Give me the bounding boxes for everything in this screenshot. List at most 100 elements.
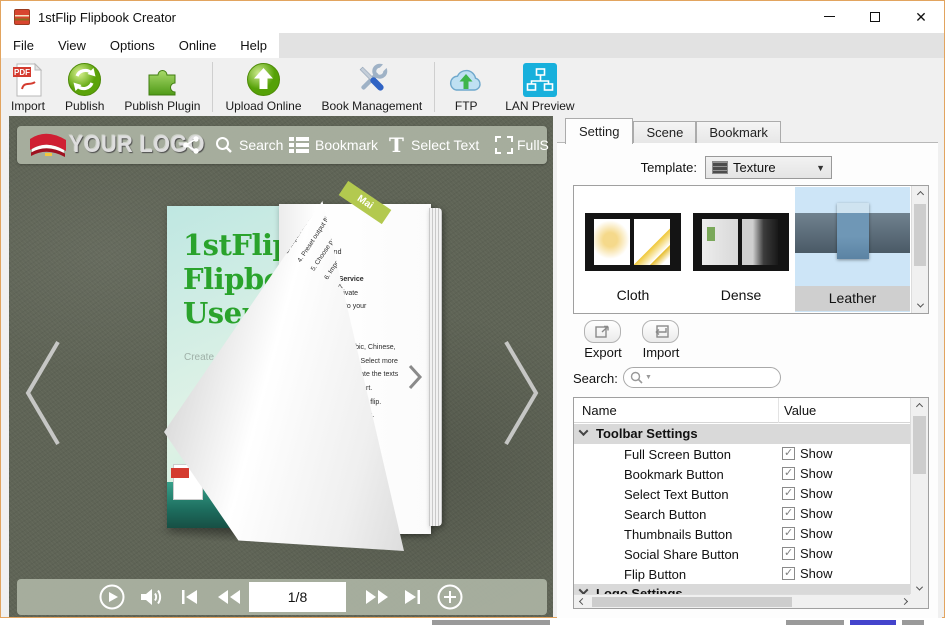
menu-options[interactable]: Options	[98, 33, 167, 58]
publish-button[interactable]: Publish	[55, 58, 114, 116]
setting-pane: Template: Texture ▼ Cloth Dense	[557, 142, 938, 618]
minimize-button[interactable]	[806, 1, 852, 32]
viewer-search-button[interactable]: Search	[239, 137, 283, 153]
toolbar-separator	[434, 62, 435, 112]
maximize-button[interactable]	[852, 1, 898, 32]
last-page-icon[interactable]	[401, 584, 423, 610]
zoom-in-icon[interactable]	[437, 584, 463, 610]
next-page-icon[interactable]	[363, 584, 391, 610]
tab-bookmark[interactable]: Bookmark	[696, 121, 781, 143]
import-button[interactable]: PDF Import	[1, 58, 55, 116]
menu-bar: File View Options Online Help	[1, 33, 944, 58]
show-checkbox[interactable]	[782, 487, 795, 500]
first-page-icon[interactable]	[179, 584, 201, 610]
svg-text:PDF: PDF	[14, 68, 30, 77]
panel-tab-bar: Setting Scene Bookmark	[565, 118, 781, 143]
flipbook-toolbar: YOUR LOGO Search	[17, 126, 547, 164]
settings-table: Name Value Toolbar Settings Full Screen …	[573, 397, 929, 609]
toolbar-separator	[212, 62, 213, 112]
import-settings-button[interactable]	[642, 320, 679, 343]
app-icon	[14, 9, 30, 25]
flipbook-preview: YOUR LOGO Search	[9, 116, 553, 617]
page-indicator[interactable]: 1/8	[249, 582, 346, 612]
select-text-icon[interactable]: T	[389, 133, 404, 157]
bookmark-list-icon[interactable]	[289, 137, 309, 158]
app-window: 1stFlip Flipbook Creator ✕ File View Opt…	[0, 0, 945, 618]
search-icon[interactable]	[215, 136, 233, 159]
background-window-strip	[0, 618, 945, 627]
table-row: Flip Button Show	[574, 564, 911, 584]
viewer-select-text-button[interactable]: Select Text	[411, 137, 479, 153]
viewer-bookmark-button[interactable]: Bookmark	[315, 137, 378, 153]
page-corner-chevron-icon[interactable]	[407, 364, 423, 395]
fullscreen-icon[interactable]	[495, 136, 513, 159]
tab-setting[interactable]: Setting	[565, 118, 633, 144]
close-button[interactable]: ✕	[898, 1, 944, 32]
table-row: Search Button Show	[574, 504, 911, 524]
tab-scene[interactable]: Scene	[633, 121, 696, 143]
play-icon[interactable]	[99, 584, 125, 610]
menu-help[interactable]: Help	[228, 33, 279, 58]
texture-swatch-icon	[712, 161, 728, 174]
lan-network-icon	[523, 61, 557, 98]
upload-online-button[interactable]: Upload Online	[215, 58, 311, 116]
table-row: Social Share Button Show	[574, 544, 911, 564]
show-checkbox[interactable]	[782, 447, 795, 460]
ftp-cloud-icon	[447, 61, 485, 98]
book-management-button[interactable]: Book Management	[312, 58, 433, 116]
show-checkbox[interactable]	[782, 507, 795, 520]
dense-thumbnail	[693, 213, 789, 271]
settings-panel: Setting Scene Bookmark Template: Texture…	[557, 116, 942, 618]
next-page-arrow[interactable]	[501, 338, 543, 453]
export-button[interactable]	[584, 320, 621, 343]
import-label: Import	[631, 345, 691, 360]
table-row: Thumbnails Button Show	[574, 524, 911, 544]
cloth-thumbnail	[585, 213, 681, 271]
column-name: Name	[582, 403, 617, 418]
pdf-import-icon: PDF	[13, 61, 43, 98]
show-checkbox[interactable]	[782, 527, 795, 540]
previous-page-arrow[interactable]	[21, 338, 63, 453]
window-title: 1stFlip Flipbook Creator	[38, 10, 176, 25]
table-row: Full Screen Button Show	[574, 444, 911, 464]
show-checkbox[interactable]	[782, 467, 795, 480]
column-value: Value	[784, 403, 816, 418]
template-leather-selected[interactable]: Leather	[795, 187, 910, 312]
chevron-down-icon: ▼	[816, 163, 825, 173]
previous-page-icon[interactable]	[215, 584, 243, 610]
viewer-fullscreen-button[interactable]: FullS	[517, 137, 549, 153]
template-value: Texture	[728, 160, 816, 175]
ftp-button[interactable]: FTP	[437, 58, 495, 116]
lan-preview-button[interactable]: LAN Preview	[495, 58, 584, 116]
table-vertical-scrollbar[interactable]	[910, 398, 928, 596]
show-checkbox[interactable]	[782, 547, 795, 560]
settings-search-input[interactable]: ▼	[623, 367, 781, 388]
menu-file[interactable]: File	[1, 33, 46, 58]
export-label: Export	[573, 345, 633, 360]
template-list-scrollbar[interactable]	[911, 186, 928, 313]
puzzle-plugin-icon	[144, 61, 180, 98]
publish-refresh-icon	[67, 61, 102, 98]
group-toolbar-settings[interactable]: Toolbar Settings	[574, 424, 911, 444]
template-dropdown[interactable]: Texture ▼	[705, 156, 832, 179]
template-cloth[interactable]: Cloth	[579, 187, 687, 312]
template-dense[interactable]: Dense	[687, 187, 795, 312]
logo-book-icon	[27, 130, 69, 165]
share-icon[interactable]	[181, 135, 201, 160]
title-bar: 1stFlip Flipbook Creator ✕	[1, 1, 944, 33]
upload-arrow-icon	[246, 61, 281, 98]
page-stack-edge	[429, 208, 442, 526]
table-horizontal-scrollbar[interactable]	[574, 594, 912, 608]
show-checkbox[interactable]	[782, 567, 795, 580]
table-row: Select Text Button Show	[574, 484, 911, 504]
search-glass-icon	[630, 371, 644, 385]
menu-view[interactable]: View	[46, 33, 98, 58]
settings-search-label: Search:	[573, 371, 618, 386]
flipbook[interactable]: 1stFlip Flipbook User M Create and share…	[167, 206, 429, 528]
menu-online[interactable]: Online	[167, 33, 229, 58]
flipbook-control-bar: 1/8	[17, 579, 547, 615]
tools-icon	[353, 61, 391, 98]
volume-icon[interactable]	[139, 584, 163, 610]
publish-plugin-button[interactable]: Publish Plugin	[114, 58, 210, 116]
collapse-chevron-icon	[579, 426, 589, 436]
